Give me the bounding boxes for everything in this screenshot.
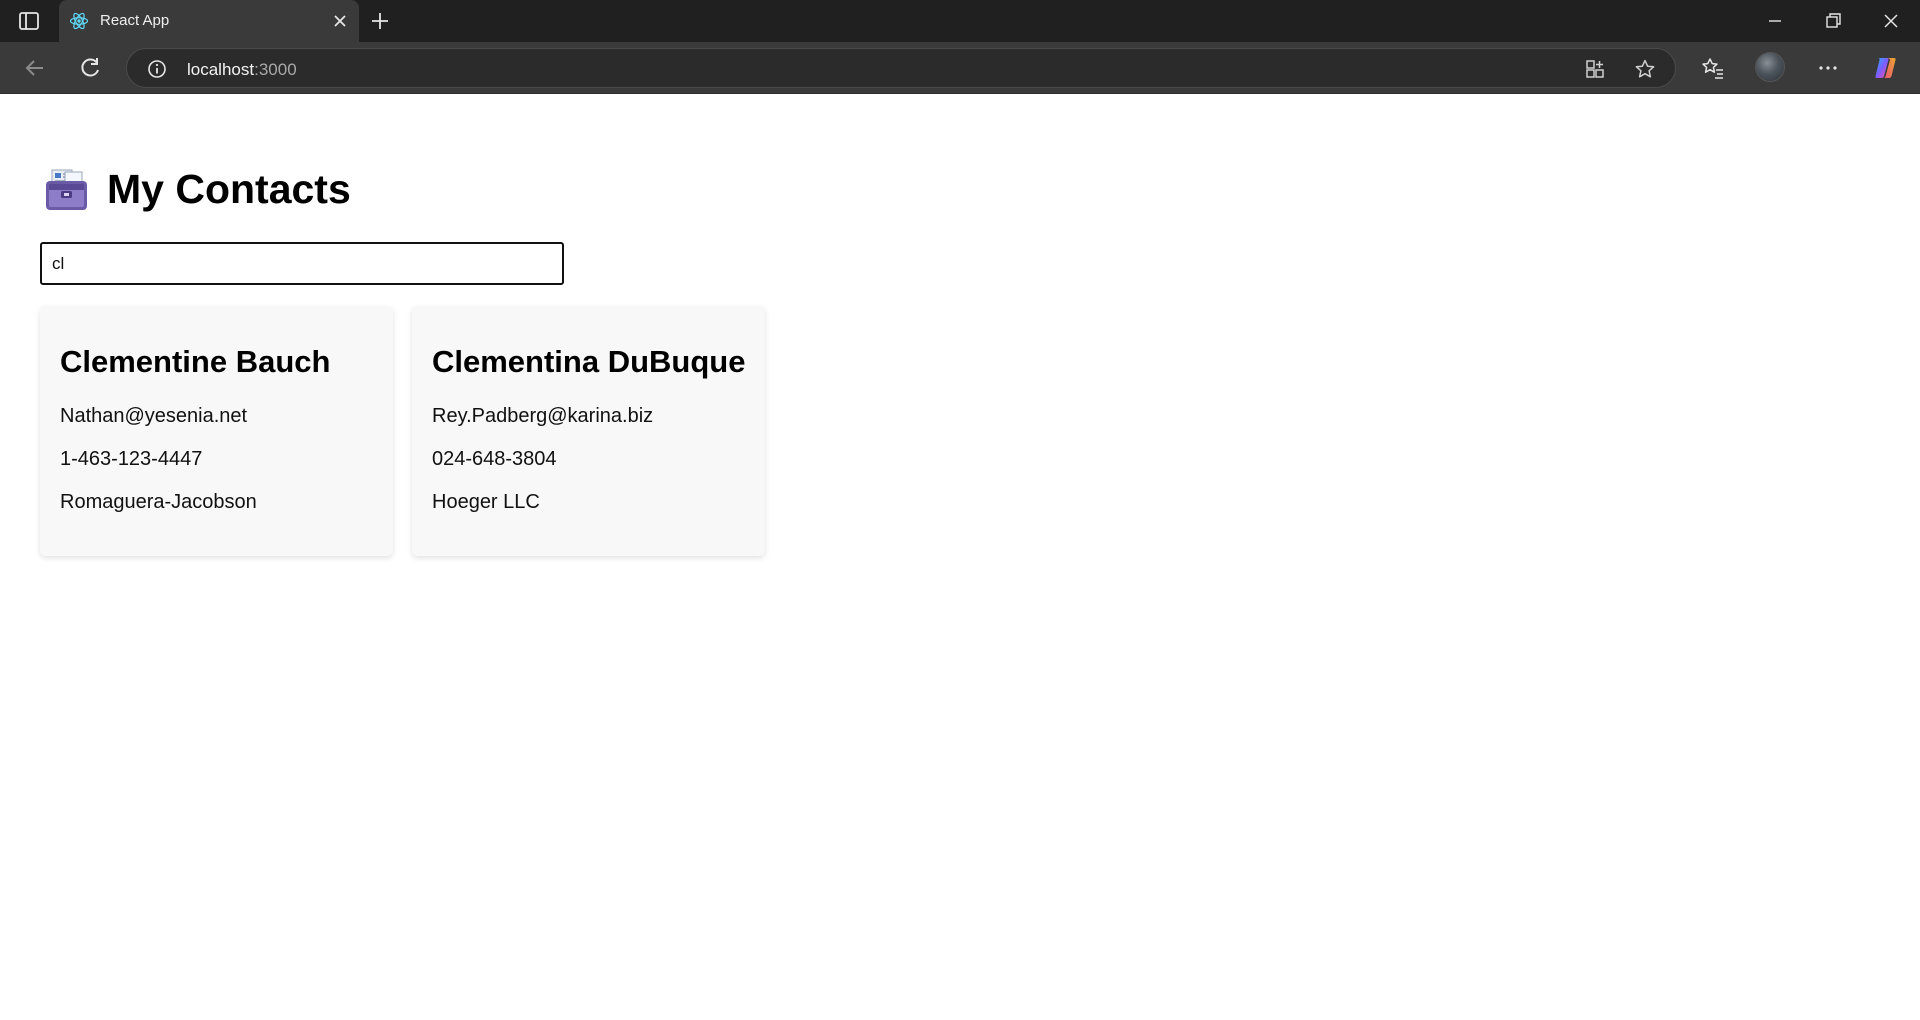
sidebar-toggle-icon[interactable]: [18, 11, 40, 31]
restore-icon[interactable]: [1822, 10, 1844, 32]
page-title: My Contacts: [107, 165, 351, 212]
plus-icon[interactable]: [369, 10, 391, 32]
close-window-icon[interactable]: [1880, 10, 1902, 32]
browser-toolbar: localhost:3000: [0, 42, 1920, 94]
favorites-icon[interactable]: [1701, 56, 1725, 80]
contact-name: Clementine Bauch: [60, 344, 331, 379]
address-bar[interactable]: localhost:3000: [126, 48, 1676, 88]
info-icon[interactable]: [147, 59, 167, 79]
profile-avatar[interactable]: [1755, 52, 1785, 82]
star-icon[interactable]: [1634, 58, 1656, 80]
contact-company: Hoeger LLC: [432, 491, 540, 513]
tab-title: React App: [100, 12, 170, 29]
minimize-icon[interactable]: [1764, 10, 1786, 32]
url-text[interactable]: localhost:3000: [187, 60, 297, 80]
contact-company: Romaguera-Jacobson: [60, 491, 257, 513]
contact-name: Clementina DuBuque: [432, 344, 746, 379]
close-icon[interactable]: [331, 12, 349, 30]
more-icon[interactable]: [1816, 56, 1840, 80]
card-file-box-icon: [46, 169, 87, 210]
app-grid-icon[interactable]: [1584, 58, 1606, 80]
refresh-icon[interactable]: [77, 55, 103, 81]
contact-phone: 1-463-123-4447: [60, 448, 203, 470]
page-header: My Contacts: [44, 164, 351, 214]
search-input[interactable]: [40, 242, 564, 285]
copilot-icon[interactable]: [1872, 54, 1900, 82]
contact-card: Clementine Bauch Nathan@yesenia.net 1-46…: [40, 306, 393, 556]
browser-tab[interactable]: React App: [59, 0, 359, 42]
page-content: My Contacts Clementine Bauch Nathan@yese…: [0, 94, 1920, 1020]
browser-tab-bar: React App: [0, 0, 1920, 42]
contact-email: Rey.Padberg@karina.biz: [432, 405, 654, 427]
contact-card: Clementina DuBuque Rey.Padberg@karina.bi…: [412, 306, 765, 556]
react-favicon-icon: [69, 12, 89, 30]
contact-email: Nathan@yesenia.net: [60, 405, 248, 427]
back-icon[interactable]: [22, 55, 48, 81]
contact-list: Clementine Bauch Nathan@yesenia.net 1-46…: [40, 306, 765, 556]
contact-phone: 024-648-3804: [432, 448, 557, 470]
